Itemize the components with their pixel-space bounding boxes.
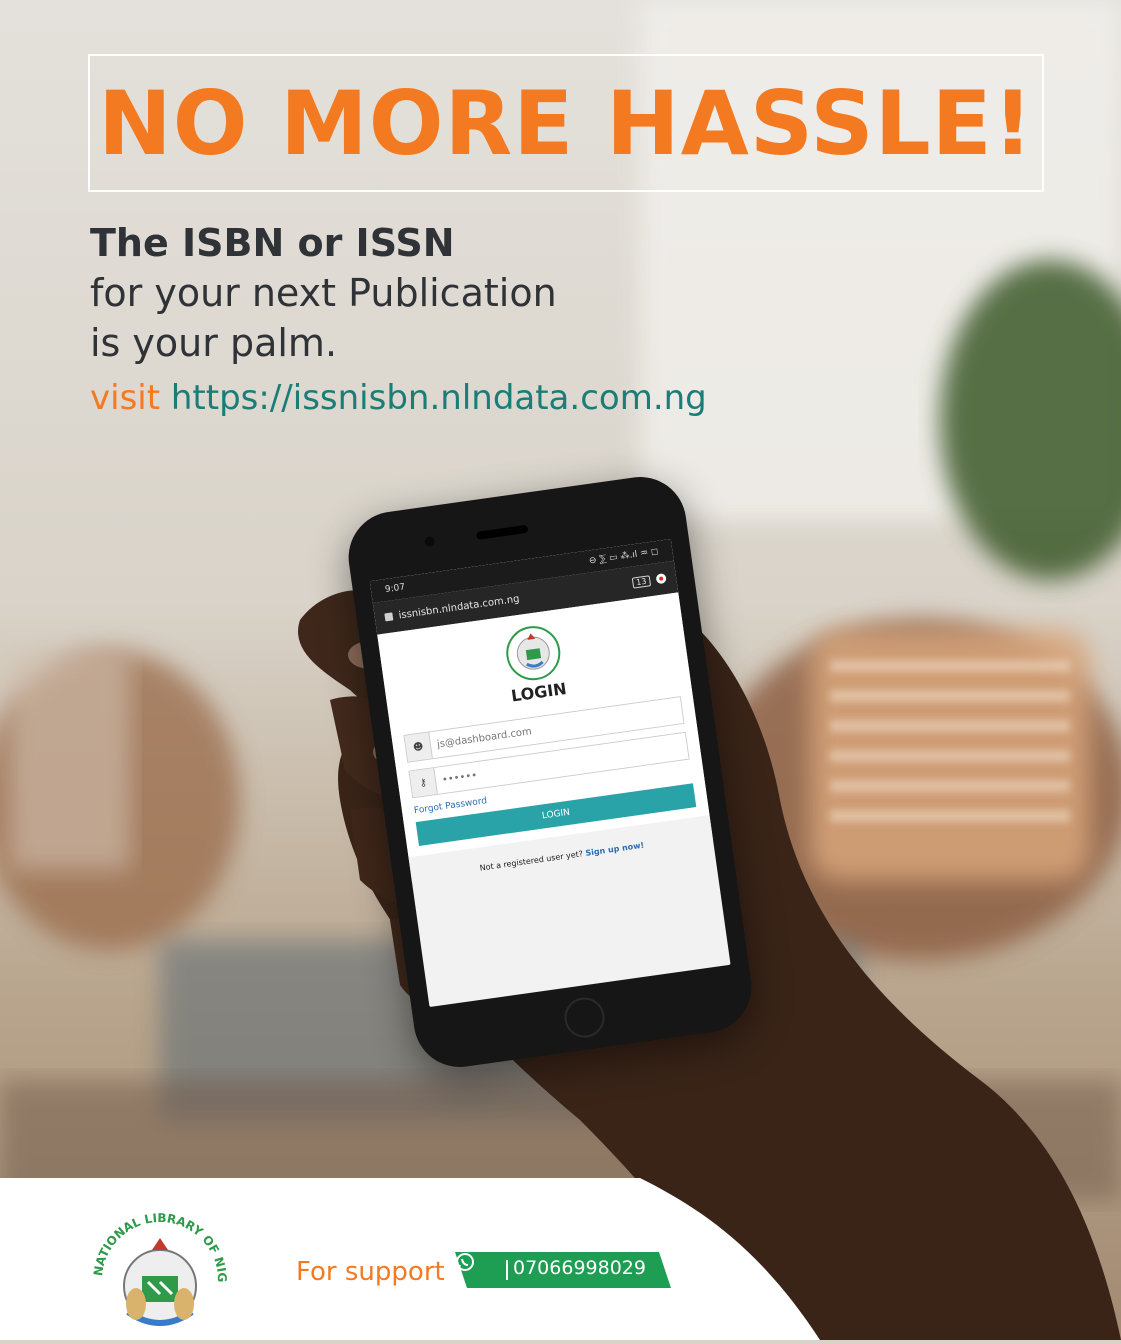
lock-icon: [384, 612, 394, 622]
support-label: For support: [296, 1257, 445, 1287]
user-icon: ☻: [404, 732, 433, 762]
key-icon: ⚷: [409, 768, 438, 798]
visit-url-link[interactable]: https://issnisbn.nlndata.com.ng: [171, 378, 707, 418]
tagline-line-1: The ISBN or ISSN: [90, 221, 455, 265]
visit-word: visit: [90, 378, 161, 418]
tagline-line-3: is your palm.: [90, 321, 338, 365]
tagline-line-2: for your next Publication: [90, 271, 557, 315]
browser-menu-icon[interactable]: [655, 572, 667, 585]
headline: NO MORE HASSLE!: [98, 71, 1034, 175]
phone-earpiece: [475, 524, 529, 540]
signup-prompt-text: Not a registered user yet?: [479, 849, 584, 873]
login-card: LOGIN ☻ ⚷ Forgot Password LOGIN: [377, 592, 710, 858]
home-button[interactable]: [561, 994, 608, 1041]
phone-screen: 9:07 ⊖ ⅀ ▭ ⁂.ıl ♒ ◻ issnisbn.nlndata.com…: [369, 538, 731, 1008]
front-camera: [424, 535, 436, 548]
signup-link[interactable]: Sign up now!: [585, 841, 645, 858]
seal-icon: [506, 626, 561, 681]
support-phone-badge[interactable]: 07066998029: [455, 1252, 671, 1288]
pill-divider: [506, 1260, 508, 1280]
support-phone-number[interactable]: 07066998029: [513, 1257, 646, 1279]
tagline: The ISBN or ISSN for your next Publicati…: [90, 218, 557, 368]
headline-frame: NO MORE HASSLE!: [88, 54, 1044, 192]
visit-line: visit https://issnisbn.nlndata.com.ng: [90, 378, 707, 418]
tab-count-button[interactable]: 13: [631, 574, 652, 589]
whatsapp-icon: [456, 1253, 474, 1271]
library-logo: NATIONAL LIBRARY OF NIGERIA: [75, 1183, 240, 1344]
status-time: 9:07: [384, 582, 406, 596]
library-seal-icon: NATIONAL LIBRARY OF NIGERIA: [75, 1183, 229, 1326]
